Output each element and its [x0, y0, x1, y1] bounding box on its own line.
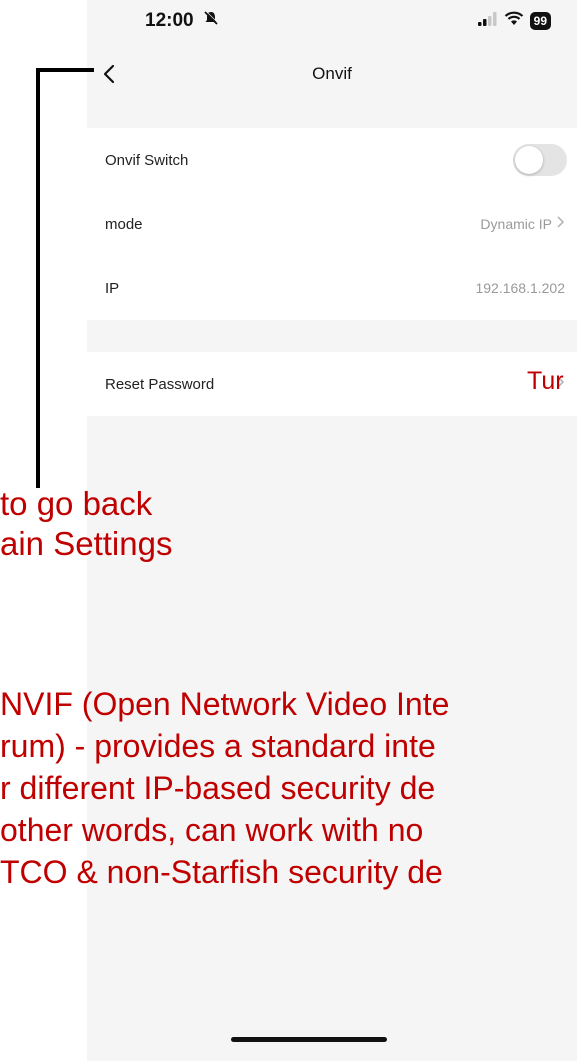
mode-value-wrap: Dynamic IP	[480, 215, 565, 234]
status-time: 12:00	[145, 10, 219, 32]
annotation-desc-line: other words, can work with no	[0, 812, 424, 848]
clock: 12:00	[145, 10, 194, 31]
chevron-right-icon	[556, 215, 565, 234]
onvif-switch-label: Onvif Switch	[105, 151, 189, 169]
annotation-back-line1: to go back	[0, 485, 153, 522]
toggle-knob	[515, 146, 543, 174]
reset-password-label: Reset Password	[105, 375, 215, 393]
annotation-line-vertical	[36, 68, 40, 488]
onvif-toggle[interactable]	[513, 144, 567, 176]
ip-value: 192.168.1.202	[475, 280, 565, 296]
ip-row: IP 192.168.1.202	[87, 256, 577, 320]
onvif-settings-group: Onvif Switch mode Dynamic IP IP 192.168.…	[87, 128, 577, 320]
annotation-onvif-description: NVIF (Open Network Video Inte rum) - pro…	[0, 683, 577, 893]
mode-value: Dynamic IP	[480, 216, 552, 232]
mode-label: mode	[105, 215, 143, 233]
ip-label: IP	[105, 279, 120, 297]
annotation-back: to go back ain Settings	[0, 484, 172, 564]
battery-icon: 99	[529, 12, 551, 30]
signal-icon	[477, 11, 498, 31]
annotation-desc-line: r different IP-based security de	[0, 770, 436, 806]
page-title: Onvif	[312, 64, 352, 83]
annotation-turn: Tur	[527, 367, 564, 395]
reset-password-row[interactable]: Reset Password	[87, 352, 577, 416]
reset-group: Reset Password	[87, 352, 577, 416]
annotation-desc-line: rum) - provides a standard inte	[0, 728, 436, 764]
annotation-line-horizontal	[36, 68, 94, 72]
mode-row[interactable]: mode Dynamic IP	[87, 192, 577, 256]
nav-bar: Onvif	[87, 50, 577, 98]
annotation-desc-line: TCO & non-Starfish security de	[0, 854, 443, 890]
annotation-desc-line: NVIF (Open Network Video Inte	[0, 686, 450, 722]
home-indicator[interactable]	[231, 1037, 387, 1042]
status-bar: 12:00 99	[87, 0, 577, 40]
bell-off-icon	[203, 10, 219, 32]
status-icons: 99	[477, 11, 551, 31]
wifi-icon	[504, 11, 524, 31]
annotation-back-line2: ain Settings	[0, 525, 173, 562]
onvif-switch-row: Onvif Switch	[87, 128, 577, 192]
